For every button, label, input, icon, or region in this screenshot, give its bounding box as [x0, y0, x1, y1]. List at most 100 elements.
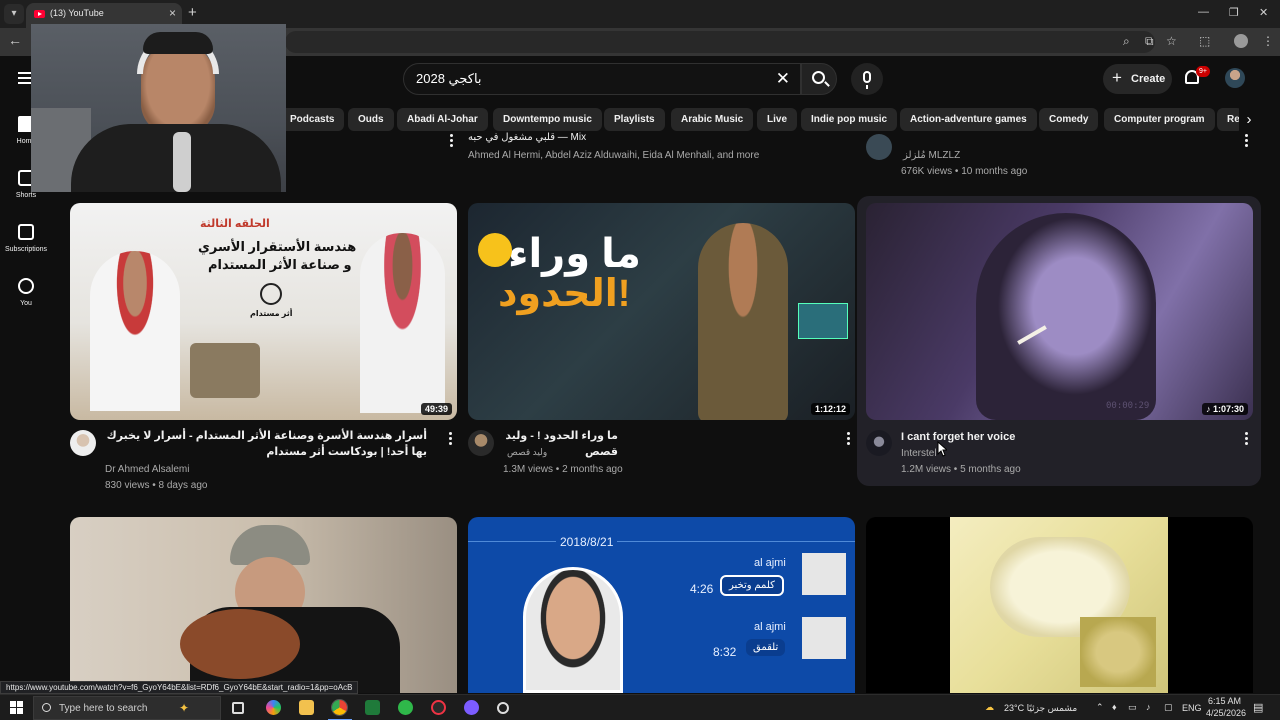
video-duration: 49:39: [420, 403, 452, 415]
video-thumbnail[interactable]: الحلقه الثالثة هندسة الأستقرار الأسري و …: [70, 203, 457, 420]
channel-name[interactable]: Interstel: [901, 448, 937, 459]
sidebar-item-subscriptions[interactable]: Subscriptions: [0, 224, 52, 253]
clear-search-button[interactable]: ✕: [776, 69, 790, 89]
language-indicator[interactable]: ENG: [1182, 703, 1202, 713]
zoom-icon[interactable]: ⌕: [1123, 34, 1130, 49]
thumbnail-text: هندسة الأستقرار الأسري: [198, 239, 357, 254]
video-thumbnail[interactable]: 2018/8/21 al ajmi 4:26 كلمم وتخبر al ajm…: [468, 517, 855, 693]
search-button[interactable]: [801, 63, 837, 95]
chrome-icon[interactable]: [332, 700, 347, 715]
more-actions-icon[interactable]: [847, 432, 851, 447]
chip-playlists[interactable]: Playlists: [604, 108, 665, 131]
video-title[interactable]: I cant forget her voice: [901, 429, 1015, 445]
notifications-center-icon[interactable]: ▤: [1253, 701, 1263, 714]
tab-close-button[interactable]: ×: [169, 6, 176, 20]
chip-computer-program[interactable]: Computer program: [1104, 108, 1215, 131]
channel-name[interactable]: وليد قصص: [507, 447, 547, 458]
thumbnail-logo-text: أثر مستدام: [250, 309, 293, 318]
restore-button[interactable]: ❐: [1229, 6, 1239, 19]
tray-overflow-icon[interactable]: ⌃: [1096, 702, 1104, 713]
chip-scroll-right-icon[interactable]: ›: [1239, 108, 1259, 131]
task-view-icon[interactable]: [232, 702, 244, 714]
window-close-button[interactable]: ✕: [1259, 6, 1268, 19]
more-actions-icon[interactable]: [1245, 432, 1249, 447]
chip-arabic-music[interactable]: Arabic Music: [671, 108, 754, 131]
taskbar-search-placeholder: Type here to search: [59, 703, 148, 714]
network-icon[interactable]: ▭: [1128, 702, 1137, 713]
chip-comedy[interactable]: Comedy: [1039, 108, 1099, 131]
extensions-icon[interactable]: ⬚: [1199, 34, 1210, 48]
more-actions-icon[interactable]: [1245, 134, 1249, 149]
excel-icon[interactable]: [365, 700, 380, 715]
you-icon: [18, 278, 34, 294]
mix-title[interactable]: Mix — قلبي مشغول في حبه: [468, 132, 848, 144]
video-thumbnail[interactable]: [70, 517, 457, 693]
chip-ouds[interactable]: Ouds: [348, 108, 394, 131]
copilot-icon[interactable]: [266, 700, 281, 715]
back-button[interactable]: ←: [8, 32, 22, 48]
video-title[interactable]: أسرار هندسة الأسرة وصناعة الأثر المستدام…: [105, 428, 427, 460]
status-bar-url: https://www.youtube.com/watch?v=f6_GyoY6…: [0, 681, 359, 694]
browser-profile-icon[interactable]: [1234, 34, 1248, 48]
channel-avatar[interactable]: [70, 430, 96, 456]
address-bar[interactable]: [285, 31, 1155, 53]
minimize-button[interactable]: —: [1198, 6, 1209, 18]
hamburger-menu-icon[interactable]: [18, 72, 32, 87]
video-thumbnail[interactable]: [866, 517, 1253, 693]
clock-date[interactable]: 4/25/2026: [1206, 708, 1246, 718]
create-button[interactable]: + Create: [1103, 64, 1172, 94]
video-meta: 1.3M views • 2 months ago: [503, 464, 623, 475]
discord-icon[interactable]: [464, 700, 479, 715]
taskbar-search-input[interactable]: Type here to search ✦: [33, 696, 221, 720]
browser-menu-icon[interactable]: ⋮: [1262, 34, 1274, 48]
thumbnail-person: [523, 567, 623, 693]
bookmark-star-icon[interactable]: ☆: [1166, 34, 1177, 48]
channel-avatar[interactable]: [866, 430, 892, 456]
sidebar-item-you[interactable]: You: [0, 278, 52, 307]
obs-icon[interactable]: [431, 700, 446, 715]
tab-search-dropdown[interactable]: ▾: [4, 4, 24, 24]
chip-live[interactable]: Live: [757, 108, 798, 131]
search-input[interactable]: باكجي 2028 ✕: [403, 63, 801, 95]
video-thumbnail[interactable]: 00:00:29 ♪ 1:07:30: [866, 203, 1253, 420]
webcam-microphone: [173, 132, 191, 192]
chip-abadi[interactable]: Abadi Al-Johar: [397, 108, 488, 131]
chip-downtempo[interactable]: Downtempo music: [493, 108, 602, 131]
channel-name[interactable]: Dr Ahmed Alsalemi: [105, 464, 189, 475]
chip-action-adventure[interactable]: Action-adventure games: [900, 108, 1037, 131]
mic-tray-icon[interactable]: ♦: [1112, 702, 1117, 712]
notification-count-badge: 9+: [1196, 66, 1210, 77]
account-avatar[interactable]: [1225, 68, 1245, 88]
xbox-app-icon[interactable]: [398, 700, 413, 715]
video-thumbnail[interactable]: ما وراء الحدود! 1:12:12: [468, 203, 855, 420]
sidebar-item-label: You: [20, 300, 32, 307]
file-explorer-icon[interactable]: [299, 700, 314, 715]
more-actions-icon[interactable]: [449, 432, 453, 447]
windows-start-icon[interactable]: [10, 701, 23, 714]
thumbnail-portrait: [976, 213, 1156, 420]
display-icon[interactable]: ▢: [1164, 702, 1173, 713]
thumbnail-timestamp: 00:00:29: [1106, 401, 1150, 411]
new-tab-button[interactable]: +: [188, 4, 197, 21]
more-actions-icon[interactable]: [450, 134, 454, 149]
thumbnail-chair: [190, 343, 260, 398]
channel-avatar[interactable]: [866, 134, 892, 160]
clock-time[interactable]: 6:15 AM: [1208, 696, 1241, 706]
subscriptions-icon: [18, 224, 34, 240]
thumbnail-text: الحدود!: [498, 273, 631, 315]
tab-title: (13) YouTube: [50, 8, 104, 18]
channel-name[interactable]: مُلزلز MLZLZ: [903, 150, 960, 161]
install-app-icon[interactable]: ⧉: [1145, 34, 1154, 49]
channel-avatar[interactable]: [468, 430, 494, 456]
chip-indie-pop[interactable]: Indie pop music: [801, 108, 898, 131]
create-label: Create: [1131, 73, 1166, 85]
shocked-emoji-icon: [478, 233, 512, 267]
volume-icon[interactable]: ♪: [1146, 702, 1151, 712]
chat-time: 4:26: [690, 582, 714, 596]
video-meta: 1.2M views • 5 months ago: [901, 464, 1021, 475]
video-duration: 1:12:12: [810, 403, 850, 415]
steam-icon[interactable]: [497, 702, 509, 714]
chip-podcasts[interactable]: Podcasts: [280, 108, 345, 131]
weather-text[interactable]: 23°C مشمس جزئيًا: [1004, 703, 1077, 714]
voice-search-button[interactable]: [851, 63, 883, 95]
